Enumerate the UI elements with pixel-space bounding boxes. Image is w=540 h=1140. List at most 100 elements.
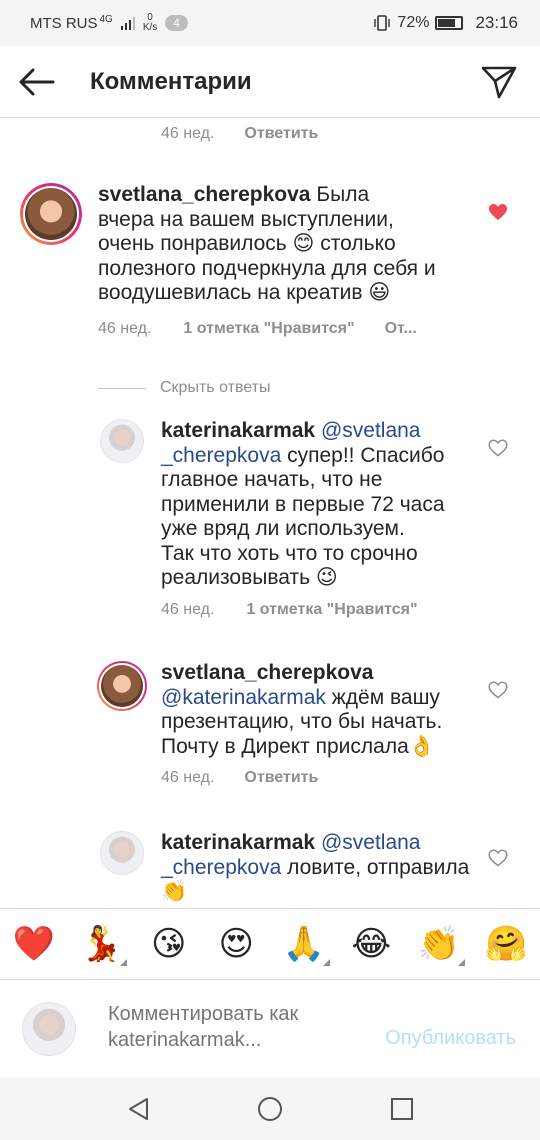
- comment-text: svetlana_cherepkova @katerinakarmak ждём…: [161, 661, 481, 759]
- comment-text: katerinakarmak @svetlana _cherepkova лов…: [161, 831, 481, 905]
- skin-tone-indicator: [120, 959, 128, 966]
- clap-emoji-button[interactable]: 👏: [415, 920, 465, 968]
- dancer-emoji-button[interactable]: 💃: [77, 920, 128, 968]
- divider-line: [98, 387, 146, 389]
- comment-meta: 46 нед. 1 отметка "Нравится" От...: [98, 320, 488, 338]
- likes-count[interactable]: 1 отметка "Нравится": [246, 601, 417, 619]
- avatar-image: [101, 665, 143, 707]
- comment-line: очень понравилось 😊 столько: [98, 232, 396, 255]
- comment-line: Была: [316, 183, 370, 206]
- square-recents-icon: [391, 1097, 413, 1120]
- previous-comment-meta: 46 нед. Ответить: [161, 125, 318, 143]
- comment-line: воодушевилась на креатив 😃: [98, 281, 391, 304]
- page-title: Комментарии: [90, 67, 252, 95]
- mention-link[interactable]: _cherepkova: [161, 856, 281, 879]
- speed-unit: K/s: [142, 22, 158, 33]
- comment-time: 46 нед.: [161, 600, 215, 618]
- nav-recents-button[interactable]: [382, 1089, 422, 1129]
- avatar-image: [25, 188, 77, 240]
- battery-percent: 72%: [397, 14, 430, 31]
- emoji-bar: ❤️ 💃 😘 😍 🙏 😂 👏 🤗: [0, 908, 540, 980]
- hug-emoji-button[interactable]: 🤗: [482, 920, 530, 968]
- nav-home-button[interactable]: [250, 1089, 290, 1129]
- heart-outline-icon[interactable]: [488, 439, 508, 457]
- comment-line: уже вряд ли используем.: [161, 517, 405, 540]
- comment-time: 46 нед.: [161, 769, 215, 786]
- vibrate-icon: [374, 15, 391, 31]
- joy-emoji-button[interactable]: 😂: [347, 920, 395, 968]
- circle-home-icon: [258, 1096, 282, 1121]
- comment-line: супер!! Спасибо: [287, 443, 445, 467]
- heart-outline-icon[interactable]: [488, 681, 508, 699]
- composer-avatar: [22, 1002, 76, 1056]
- skin-tone-indicator: [457, 959, 465, 966]
- system-nav-bar: [0, 1077, 540, 1140]
- heart-eyes-emoji-button[interactable]: 😍: [212, 920, 260, 968]
- notification-count: 4: [165, 15, 188, 31]
- comment-meta: 46 нед. Ответить: [161, 769, 481, 787]
- comment-line: 👏: [161, 880, 188, 903]
- comment-line: применили в первые 72 часа: [161, 492, 445, 516]
- clock: 23:16: [475, 13, 518, 32]
- comment-line: полезного подчеркнула для себя и: [98, 256, 436, 280]
- likes-count[interactable]: 1 отметка "Нравится": [183, 320, 354, 338]
- comment-line: презентацию, что бы начать.: [161, 710, 443, 733]
- avatar[interactable]: [100, 831, 144, 875]
- comment-username[interactable]: svetlana_cherepkova: [98, 183, 310, 206]
- comment-line: ждём вашу: [331, 685, 440, 709]
- back-button[interactable]: [12, 57, 62, 107]
- reply-item: katerinakarmak @svetlana _cherepkova суп…: [100, 419, 461, 619]
- mention-link[interactable]: @katerinakarmak: [161, 686, 326, 709]
- comment-input[interactable]: [108, 1001, 368, 1057]
- network-speed: 0 K/s: [143, 13, 157, 33]
- heart-outline-icon[interactable]: [488, 849, 508, 867]
- battery-icon: [435, 16, 464, 30]
- nav-back-button[interactable]: [118, 1089, 158, 1129]
- reply-button[interactable]: От...: [385, 320, 417, 338]
- comment-time: 46 нед.: [98, 319, 152, 337]
- avatar[interactable]: [97, 661, 147, 711]
- clap-emoji: 👏: [417, 925, 460, 963]
- comment-line: ловите, отправила: [287, 855, 470, 879]
- heart-emoji-button[interactable]: ❤️: [10, 920, 58, 968]
- status-right: 72% 23:16: [373, 13, 518, 33]
- reply-button[interactable]: Ответить: [244, 125, 318, 143]
- comments-feed[interactable]: 46 нед. Ответить svetlana_cherepkova Был…: [0, 119, 540, 907]
- comment-line: вчера на вашем выступлении,: [98, 207, 394, 231]
- pray-emoji-button[interactable]: 🙏: [280, 920, 330, 968]
- comment-line: главное начать, что не: [161, 468, 383, 491]
- share-button[interactable]: [474, 57, 524, 107]
- triangle-back-icon: [129, 1097, 148, 1120]
- paper-plane-icon: [481, 66, 517, 98]
- comment-body: katerinakarmak @svetlana _cherepkova суп…: [161, 419, 461, 619]
- mention-link[interactable]: @svetlana: [321, 831, 421, 854]
- avatar[interactable]: [20, 183, 82, 245]
- comment-item: svetlana_cherepkova Была вчера на вашем …: [20, 183, 488, 338]
- pray-emoji: 🙏: [282, 925, 325, 963]
- mention-link[interactable]: _cherepkova: [161, 444, 281, 467]
- comment-username[interactable]: svetlana_cherepkova: [161, 661, 373, 684]
- heart-filled-icon[interactable]: [488, 203, 508, 221]
- comment-body: svetlana_cherepkova @katerinakarmak ждём…: [161, 661, 481, 787]
- comment-username[interactable]: katerinakarmak: [161, 419, 315, 442]
- header: Комментарии: [0, 46, 540, 118]
- publish-button[interactable]: Опубликовать: [385, 1027, 516, 1050]
- signal-icon: [120, 17, 135, 30]
- hide-replies-label: Скрыть ответы: [160, 379, 271, 396]
- comment-text: svetlana_cherepkova Была вчера на вашем …: [98, 183, 488, 306]
- skin-tone-indicator: [322, 959, 330, 966]
- comment-line: Почту в Директ прислала👌: [161, 734, 435, 758]
- mention-link[interactable]: @svetlana: [321, 419, 421, 442]
- comment-username[interactable]: katerinakarmak: [161, 831, 315, 854]
- comment-body: svetlana_cherepkova Была вчера на вашем …: [98, 183, 488, 338]
- status-bar: MTS RUS 4G 0 K/s 4 72% 23:16: [0, 0, 540, 46]
- hide-replies-button[interactable]: Скрыть ответы: [98, 379, 270, 397]
- comment-composer: Опубликовать: [0, 981, 540, 1077]
- reply-button[interactable]: Ответить: [244, 769, 318, 787]
- reply-item: katerinakarmak @svetlana _cherepkova лов…: [100, 831, 481, 905]
- comment-line: реализовывать 😉: [161, 566, 338, 589]
- kiss-emoji-button[interactable]: 😘: [145, 920, 193, 968]
- avatar[interactable]: [100, 419, 144, 463]
- arrow-left-icon: [19, 68, 55, 95]
- comment-body: katerinakarmak @svetlana _cherepkova лов…: [161, 831, 481, 905]
